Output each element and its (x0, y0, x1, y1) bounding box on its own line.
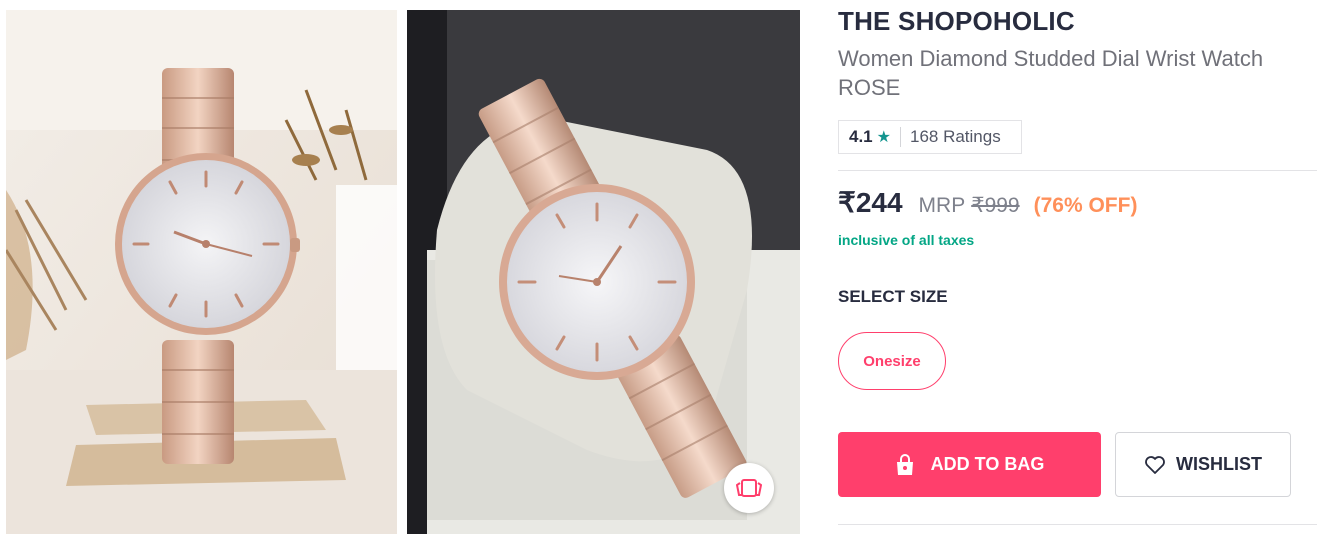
star-icon: ★ (876, 129, 891, 146)
add-to-bag-button[interactable]: ADD TO BAG (838, 432, 1101, 497)
mrp-price: ₹999 (971, 194, 1020, 217)
watch-photo-front (6, 10, 397, 534)
add-to-bag-label: ADD TO BAG (930, 454, 1045, 474)
brand-name[interactable]: THE SHOPOHOLIC (838, 6, 1075, 37)
wishlist-label: WISHLIST (1176, 454, 1262, 474)
heart-icon (1145, 455, 1165, 474)
select-size-heading: SELECT SIZE (838, 287, 948, 306)
discount-badge: (76% OFF) (1033, 194, 1138, 217)
product-info: THE SHOPOHOLIC Women Diamond Studded Dia… (838, 0, 1317, 534)
product-name: Women Diamond Studded Dial Wrist Watch R… (838, 46, 1264, 100)
selling-price: ₹244 (838, 187, 903, 218)
size-option-onesize[interactable]: Onesize (838, 332, 946, 390)
tax-note: inclusive of all taxes (838, 232, 975, 248)
rating-summary[interactable]: 4.1 ★ 168 Ratings (838, 120, 1022, 154)
view-similar-icon (736, 479, 762, 497)
rating-divider (899, 127, 901, 147)
mrp-label: MRP (918, 194, 966, 217)
rating-value: 4.1 (849, 127, 873, 146)
divider (838, 170, 1317, 171)
price-row: ₹244 MRP ₹999 (76% OFF) (838, 186, 1137, 219)
wishlist-button[interactable]: WISHLIST (1115, 432, 1291, 497)
watch-photo-in-box (407, 10, 800, 534)
product-image-2[interactable] (407, 10, 800, 534)
divider-bottom (838, 524, 1317, 525)
rating-count: 168 Ratings (909, 127, 1001, 146)
bag-icon (896, 453, 913, 475)
view-similar-button[interactable] (724, 463, 774, 513)
product-image-1[interactable] (6, 10, 397, 534)
